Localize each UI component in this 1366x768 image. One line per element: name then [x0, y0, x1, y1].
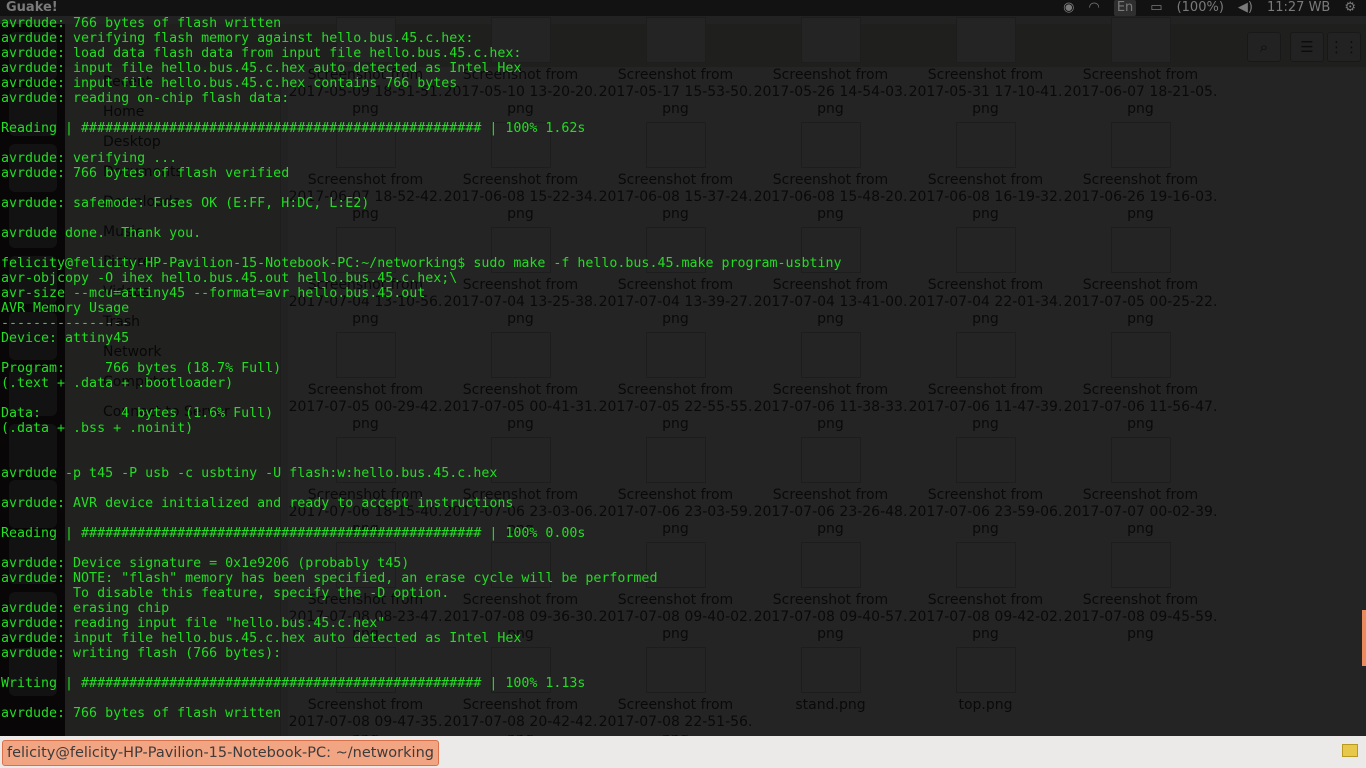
terminal-line: avrdude: safemode: Fuses OK (E:FF, H:DC,…: [1, 196, 370, 211]
terminal-line: avrdude: verifying ...: [1, 151, 178, 166]
terminal-line: avrdude: input file hello.bus.45.c.hex c…: [1, 76, 458, 91]
terminal-line: Reading | ##############################…: [1, 121, 586, 136]
terminal-line: Reading | ##############################…: [1, 526, 586, 541]
wifi-icon[interactable]: ◠: [1088, 0, 1099, 16]
clock[interactable]: 11:27 WB: [1267, 0, 1330, 16]
top-panel: Guake! ◉ ◠ En ▭ (100%) ◀) 11:27 WB ⚙: [0, 0, 1366, 16]
terminal-line: avrdude: 766 bytes of flash verified: [1, 166, 290, 181]
terminal-line: avrdude: 766 bytes of flash written: [1, 706, 282, 721]
chrome-icon[interactable]: ◉: [1063, 0, 1074, 16]
terminal-line: avrdude: 766 bytes of flash written: [1, 16, 282, 31]
battery-icon[interactable]: ▭: [1150, 0, 1162, 16]
terminal-line: AVR Memory Usage: [1, 301, 130, 316]
add-tab-icon[interactable]: [1342, 744, 1358, 757]
terminal-line: Device: attiny45: [1, 331, 130, 346]
battery-percent: (100%): [1176, 0, 1224, 15]
terminal-line: avrdude: input file hello.bus.45.c.hex a…: [1, 61, 522, 76]
keyboard-layout-indicator[interactable]: En: [1113, 0, 1137, 16]
terminal-line: avrdude: load data flash data from input…: [1, 46, 522, 61]
terminal-line: (.data + .bss + .noinit): [1, 421, 194, 436]
guake-tab-bar: felicity@felicity-HP-Pavilion-15-Noteboo…: [0, 736, 1366, 768]
terminal-line: avrdude: reading on-chip flash data:: [1, 91, 290, 106]
terminal-line: avrdude: AVR device initialized and read…: [1, 496, 514, 511]
terminal-line: avr-size --mcu=attiny45 --format=avr hel…: [1, 286, 426, 301]
terminal-line: ----------------: [1, 316, 130, 331]
terminal-line: To disable this feature, specify the -D …: [1, 586, 450, 601]
terminal-line: avrdude: Device signature = 0x1e9206 (pr…: [1, 556, 410, 571]
terminal-line: Program: 766 bytes (18.7% Full): [1, 361, 282, 376]
terminal-line: avrdude: reading input file "hello.bus.4…: [1, 616, 386, 631]
terminal-line: avr-objcopy -O ihex hello.bus.45.out hel…: [1, 271, 458, 286]
terminal-line: avrdude: erasing chip: [1, 601, 170, 616]
terminal-line: avrdude: writing flash (766 bytes):: [1, 646, 282, 661]
window-title: Guake!: [6, 0, 58, 15]
terminal-line: avrdude done. Thank you.: [1, 226, 202, 241]
terminal-line: avrdude: input file hello.bus.45.c.hex a…: [1, 631, 522, 646]
terminal-line: Data: 4 bytes (1.6% Full): [1, 406, 274, 421]
terminal-line: avrdude: NOTE: "flash" memory has been s…: [1, 571, 658, 586]
terminal-line: avrdude: verifying flash memory against …: [1, 31, 474, 46]
terminal-line: felicity@felicity-HP-Pavilion-15-Noteboo…: [1, 256, 842, 271]
terminal-line: (.text + .data + .bootloader): [1, 376, 234, 391]
terminal-scrollbar[interactable]: [1362, 610, 1366, 666]
volume-icon[interactable]: ◀): [1238, 0, 1253, 16]
terminal-line: avrdude -p t45 -P usb -c usbtiny -U flas…: [1, 466, 498, 481]
power-gear-icon[interactable]: ⚙: [1344, 0, 1356, 16]
terminal-output[interactable]: avrdude: 766 bytes of flash written avrdu…: [1, 16, 842, 721]
terminal-tab[interactable]: felicity@felicity-HP-Pavilion-15-Noteboo…: [2, 740, 439, 766]
guake-terminal[interactable]: avrdude: 766 bytes of flash written avrdu…: [0, 0, 1366, 736]
terminal-line: Writing | ##############################…: [1, 676, 586, 691]
